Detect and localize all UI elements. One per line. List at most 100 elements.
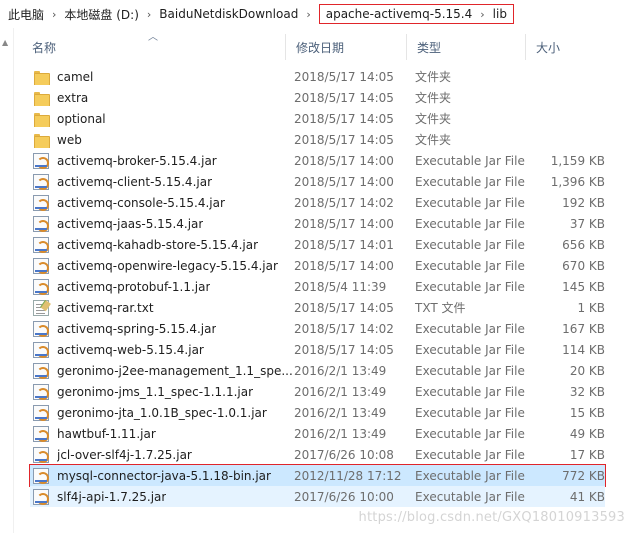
file-date: 2017/6/26 10:08 <box>294 447 394 462</box>
file-row[interactable]: geronimo-jta_1.0.1B_spec-1.0.1.jar 2016/2… <box>30 402 605 423</box>
file-row[interactable]: activemq-rar.txt 2018/5/17 14:05 TXT 文件 1 K… <box>30 297 605 318</box>
file-row[interactable]: activemq-protobuf-1.1.jar 2018/5/4 11:39 E… <box>30 276 605 297</box>
breadcrumb-local-disk-d[interactable]: 本地磁盘 (D:) <box>62 6 140 23</box>
file-row[interactable]: geronimo-jms_1.1_spec-1.1.1.jar 2016/2/1 … <box>30 381 605 402</box>
file-row[interactable]: geronimo-j2ee-management_1.1_spe... 2016/… <box>30 360 605 381</box>
file-date: 2018/5/17 14:00 <box>294 174 394 189</box>
file-name: slf4j-api-1.7.25.jar <box>57 489 167 504</box>
breadcrumb-this-pc[interactable]: 此电脑 <box>6 6 46 23</box>
file-name-cell[interactable]: camel <box>30 69 294 85</box>
chevron-right-icon[interactable]: › <box>46 8 62 21</box>
file-row[interactable]: activemq-broker-5.15.4.jar 2018/5/17 14:0… <box>30 150 605 171</box>
chevron-right-icon[interactable]: › <box>141 8 157 21</box>
vertical-scrollbar[interactable] <box>625 28 633 533</box>
breadcrumb-baidunetdiskdownload[interactable]: BaiduNetdiskDownload <box>157 7 300 21</box>
file-row[interactable]: activemq-openwire-legacy-5.15.4.jar 2018/… <box>30 255 605 276</box>
file-name-cell[interactable]: activemq-spring-5.15.4.jar <box>30 320 294 337</box>
file-name-cell[interactable]: activemq-openwire-legacy-5.15.4.jar <box>30 257 294 274</box>
file-row[interactable]: mysql-connector-java-5.1.18-bin.jar 2012/… <box>29 464 606 487</box>
file-name: geronimo-j2ee-management_1.1_spe... <box>57 363 293 378</box>
file-type: Executable Jar File <box>415 258 525 273</box>
file-row[interactable]: hawtbuf-1.11.jar 2016/2/1 13:49 Executable… <box>30 423 605 444</box>
file-size: 15 KB <box>569 405 605 420</box>
breadcrumb-lib[interactable]: lib <box>491 7 509 21</box>
file-name-cell[interactable]: geronimo-jms_1.1_spec-1.1.1.jar <box>30 383 294 400</box>
column-header-name-label: 名称 <box>32 40 57 55</box>
file-row[interactable]: slf4j-api-1.7.25.jar 2017/6/26 10:00 Execu… <box>30 486 605 507</box>
column-header-type[interactable]: 类型 <box>407 34 526 60</box>
jar-icon <box>33 467 49 484</box>
file-date: 2016/2/1 13:49 <box>294 384 387 399</box>
file-type: Executable Jar File <box>415 237 525 252</box>
navigation-pane-edge[interactable]: ▲ <box>0 28 14 533</box>
file-size: 1,396 KB <box>550 174 605 189</box>
file-row[interactable]: extra 2018/5/17 14:05 文件夹 <box>30 87 605 108</box>
file-name-cell[interactable]: activemq-jaas-5.15.4.jar <box>30 215 294 232</box>
file-name-cell[interactable]: hawtbuf-1.11.jar <box>30 425 294 442</box>
file-name-cell[interactable]: activemq-kahadb-store-5.15.4.jar <box>30 236 294 253</box>
file-name-cell[interactable]: activemq-broker-5.15.4.jar <box>30 152 294 169</box>
file-name: activemq-jaas-5.15.4.jar <box>57 216 204 231</box>
file-date: 2018/5/17 14:00 <box>294 153 394 168</box>
file-date: 2018/5/17 14:02 <box>294 321 394 336</box>
file-date: 2018/5/4 11:39 <box>294 279 387 294</box>
scroll-up-icon[interactable]: ▲ <box>2 38 8 47</box>
file-name: jcl-over-slf4j-1.7.25.jar <box>57 447 192 462</box>
file-name: optional <box>57 111 106 126</box>
file-type: Executable Jar File <box>415 279 525 294</box>
jar-icon <box>33 278 49 295</box>
file-name-cell[interactable]: activemq-protobuf-1.1.jar <box>30 278 294 295</box>
file-name-cell[interactable]: activemq-client-5.15.4.jar <box>30 173 294 190</box>
file-row[interactable]: activemq-console-5.15.4.jar 2018/5/17 14:… <box>30 192 605 213</box>
file-name-cell[interactable]: extra <box>30 90 294 106</box>
column-header-name[interactable]: ︿ 名称 <box>22 32 286 60</box>
column-header-date-label: 修改日期 <box>296 40 345 55</box>
file-row[interactable]: web 2018/5/17 14:05 文件夹 <box>30 129 605 150</box>
folder-icon <box>33 69 50 85</box>
file-size: 1 KB <box>577 300 605 315</box>
chevron-right-icon[interactable]: › <box>300 8 316 21</box>
address-breadcrumb: 此电脑 › 本地磁盘 (D:) › BaiduNetdiskDownload ›… <box>0 0 633 28</box>
file-date: 2018/5/17 14:05 <box>294 111 394 126</box>
file-type: 文件夹 <box>415 112 452 126</box>
file-row[interactable]: activemq-spring-5.15.4.jar 2018/5/17 14:0… <box>30 318 605 339</box>
column-header-size-label: 大小 <box>536 40 561 55</box>
file-row[interactable]: optional 2018/5/17 14:05 文件夹 <box>30 108 605 129</box>
file-name-cell[interactable]: slf4j-api-1.7.25.jar <box>30 488 294 505</box>
file-name-cell[interactable]: geronimo-jta_1.0.1B_spec-1.0.1.jar <box>30 404 294 421</box>
file-type: Executable Jar File <box>415 426 525 441</box>
jar-icon <box>33 341 49 358</box>
column-header-date[interactable]: 修改日期 <box>286 34 407 60</box>
file-name-cell[interactable]: activemq-rar.txt <box>30 299 294 316</box>
file-name-cell[interactable]: web <box>30 132 294 148</box>
jar-icon <box>33 152 49 169</box>
file-date: 2018/5/17 14:05 <box>294 69 394 84</box>
file-name-cell[interactable]: activemq-console-5.15.4.jar <box>30 194 294 211</box>
file-date: 2016/2/1 13:49 <box>294 363 387 378</box>
file-type: Executable Jar File <box>415 405 525 420</box>
file-name-cell[interactable]: jcl-over-slf4j-1.7.25.jar <box>30 446 294 463</box>
file-type: Executable Jar File <box>415 321 525 336</box>
file-date: 2018/5/17 14:05 <box>294 90 394 105</box>
jar-icon <box>33 446 49 463</box>
file-name-cell[interactable]: mysql-connector-java-5.1.18-bin.jar <box>30 467 294 484</box>
file-name: activemq-kahadb-store-5.15.4.jar <box>57 237 259 252</box>
file-name: web <box>57 132 82 147</box>
file-name-cell[interactable]: activemq-web-5.15.4.jar <box>30 341 294 358</box>
file-size: 114 KB <box>562 342 605 357</box>
file-row[interactable]: activemq-web-5.15.4.jar 2018/5/17 14:05 Ex… <box>30 339 605 360</box>
file-row[interactable]: camel 2018/5/17 14:05 文件夹 <box>30 66 605 87</box>
jar-icon <box>33 215 49 232</box>
file-name-cell[interactable]: optional <box>30 111 294 127</box>
file-row[interactable]: activemq-jaas-5.15.4.jar 2018/5/17 14:00 E… <box>30 213 605 234</box>
file-row[interactable]: activemq-kahadb-store-5.15.4.jar 2018/5/1… <box>30 234 605 255</box>
breadcrumb-apache-activemq[interactable]: apache-activemq-5.15.4 <box>324 7 475 21</box>
file-type: 文件夹 <box>415 91 452 105</box>
jar-icon <box>33 194 49 211</box>
chevron-right-icon[interactable]: › <box>474 8 490 21</box>
jar-icon <box>33 257 49 274</box>
file-name-cell[interactable]: geronimo-j2ee-management_1.1_spe... <box>30 362 294 379</box>
file-row[interactable]: jcl-over-slf4j-1.7.25.jar 2017/6/26 10:08… <box>30 444 605 465</box>
file-row[interactable]: activemq-client-5.15.4.jar 2018/5/17 14:0… <box>30 171 605 192</box>
column-header-size[interactable]: 大小 <box>526 34 612 60</box>
